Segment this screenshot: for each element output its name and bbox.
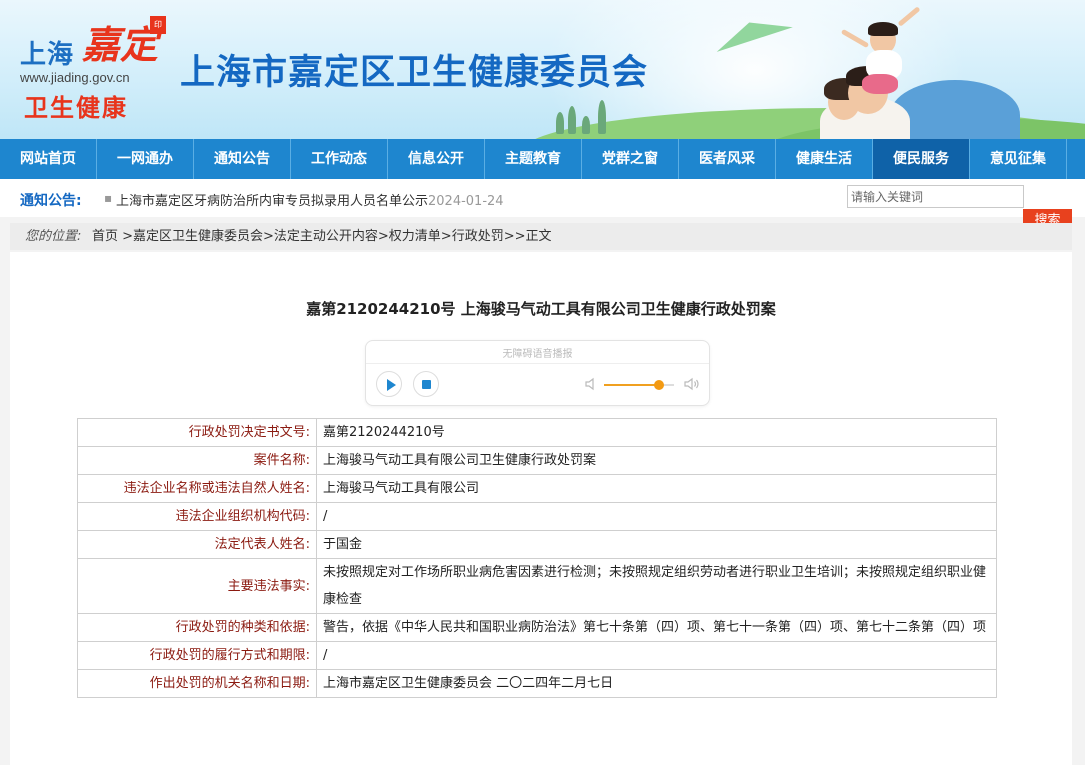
volume-fill bbox=[604, 384, 659, 386]
notice-label: 通知公告: bbox=[20, 193, 82, 209]
field-label: 作出处罚的机关名称和日期: bbox=[77, 669, 317, 698]
nav-item[interactable]: 信息公开 bbox=[388, 139, 485, 179]
table-row: 法定代表人姓名: 于国金 bbox=[77, 530, 997, 559]
audio-player: 无障碍语音播报 bbox=[365, 340, 710, 406]
logo-seal-icon: 印 bbox=[150, 16, 166, 34]
search-input[interactable] bbox=[847, 185, 1024, 208]
table-row: 作出处罚的机关名称和日期: 上海市嘉定区卫生健康委员会 二〇二四年二月七日 bbox=[77, 669, 997, 698]
breadcrumb-label: 您的位置: bbox=[25, 229, 82, 244]
penalty-info-table: 行政处罚决定书文号: 嘉第2120244210号 案件名称: 上海骏马气动工具有限公司… bbox=[77, 418, 997, 698]
table-row: 主要违法事实: 未按照规定对工作场所职业病危害因素进行检测；未按照规定组织劳动者进… bbox=[77, 558, 997, 614]
bullet-icon: ▪ bbox=[104, 191, 113, 205]
site-logo[interactable]: 上海 嘉定 印 www.jiading.gov.cn 卫生健康 bbox=[20, 12, 170, 124]
field-label: 主要违法事实: bbox=[77, 558, 317, 614]
table-row: 违法企业组织机构代码: / bbox=[77, 502, 997, 531]
notice-link[interactable]: 上海市嘉定区牙病防治所内审专员拟录用人员名单公示2024-01-24 bbox=[116, 190, 504, 209]
nav-item[interactable]: 健康生活 bbox=[776, 139, 873, 179]
player-label: 无障碍语音播报 bbox=[502, 349, 573, 360]
volume-slider[interactable] bbox=[604, 380, 674, 390]
logo-city-text: 上海 bbox=[20, 40, 75, 70]
logo-url: www.jiading.gov.cn bbox=[20, 70, 130, 85]
field-value: 未按照规定对工作场所职业病危害因素进行检测；未按照规定组织劳动者进行职业卫生培训… bbox=[316, 558, 997, 614]
field-label: 案件名称: bbox=[77, 446, 317, 475]
field-value: 嘉第2120244210号 bbox=[316, 418, 997, 447]
nav-filler bbox=[1067, 139, 1085, 179]
breadcrumb: 您的位置: 首页 >嘉定区卫生健康委员会>法定主动公开内容>权力清单>行政处罚>… bbox=[10, 223, 1072, 250]
play-button[interactable] bbox=[376, 371, 402, 397]
nav-item[interactable]: 党群之窗 bbox=[582, 139, 679, 179]
family-illustration bbox=[780, 0, 1085, 139]
player-divider bbox=[366, 363, 709, 364]
field-label: 行政处罚决定书文号: bbox=[77, 418, 317, 447]
field-label: 违法企业组织机构代码: bbox=[77, 502, 317, 531]
field-value: 上海骏马气动工具有限公司 bbox=[316, 474, 997, 503]
nav-item[interactable]: 医者风采 bbox=[679, 139, 776, 179]
nav-item[interactable]: 工作动态 bbox=[291, 139, 388, 179]
site-header: 上海 嘉定 印 www.jiading.gov.cn 卫生健康 上海市嘉定区卫生… bbox=[0, 0, 1085, 139]
notice-date: 2024-01-24 bbox=[428, 194, 504, 209]
table-row: 行政处罚的履行方式和期限: / bbox=[77, 641, 997, 670]
article-title: 嘉第2120244210号 上海骏马气动工具有限公司卫生健康行政处罚案 bbox=[306, 300, 776, 318]
nav-item[interactable]: 便民服务 bbox=[873, 139, 970, 179]
volume-high-icon[interactable] bbox=[684, 377, 700, 391]
notice-title[interactable]: 上海市嘉定区牙病防治所内审专员拟录用人员名单公示 bbox=[116, 194, 428, 209]
field-label: 违法企业名称或违法自然人姓名: bbox=[77, 474, 317, 503]
field-value: 于国金 bbox=[316, 530, 997, 559]
table-row: 行政处罚的种类和依据: 警告，依据《中华人民共和国职业病防治法》第七十条第（四）项… bbox=[77, 613, 997, 642]
breadcrumb-path[interactable]: 首页 >嘉定区卫生健康委员会>法定主动公开内容>权力清单>行政处罚>>正文 bbox=[92, 223, 552, 250]
field-value: 警告，依据《中华人民共和国职业病防治法》第七十条第（四）项、第七十一条第（四）项… bbox=[316, 613, 997, 642]
table-row: 违法企业名称或违法自然人姓名: 上海骏马气动工具有限公司 bbox=[77, 474, 997, 503]
article-content: 嘉第2120244210号 上海骏马气动工具有限公司卫生健康行政处罚案 无障碍语… bbox=[10, 252, 1072, 765]
main-nav: 网站首页 一网通办 通知公告 工作动态 信息公开 主题教育 党群之窗 医者风采 健康生活 便民服务… bbox=[0, 139, 1085, 179]
banner-tree bbox=[556, 112, 564, 134]
field-value: / bbox=[316, 641, 997, 670]
banner-tree bbox=[568, 106, 576, 134]
notice-bar: 通知公告: ▪ 上海市嘉定区牙病防治所内审专员拟录用人员名单公示2024-01-… bbox=[0, 179, 1085, 217]
field-label: 行政处罚的种类和依据: bbox=[77, 613, 317, 642]
nav-item[interactable]: 意见征集 bbox=[970, 139, 1067, 179]
nav-item[interactable]: 一网通办 bbox=[97, 139, 194, 179]
field-label: 行政处罚的履行方式和期限: bbox=[77, 641, 317, 670]
logo-bureau-text: 卫生健康 bbox=[24, 94, 128, 122]
field-label: 法定代表人姓名: bbox=[77, 530, 317, 559]
field-value: 上海市嘉定区卫生健康委员会 二〇二四年二月七日 bbox=[316, 669, 997, 698]
nav-item[interactable]: 主题教育 bbox=[485, 139, 582, 179]
banner-tree bbox=[582, 116, 590, 134]
banner-tree bbox=[598, 100, 606, 134]
table-row: 行政处罚决定书文号: 嘉第2120244210号 bbox=[77, 418, 997, 447]
nav-item[interactable]: 通知公告 bbox=[194, 139, 291, 179]
table-row: 案件名称: 上海骏马气动工具有限公司卫生健康行政处罚案 bbox=[77, 446, 997, 475]
site-title: 上海市嘉定区卫生健康委员会 bbox=[180, 53, 649, 93]
field-value: / bbox=[316, 502, 997, 531]
volume-knob[interactable] bbox=[653, 380, 664, 390]
stop-button[interactable] bbox=[413, 371, 439, 397]
volume-low-icon[interactable] bbox=[584, 377, 598, 391]
field-value: 上海骏马气动工具有限公司卫生健康行政处罚案 bbox=[316, 446, 997, 475]
nav-item[interactable]: 网站首页 bbox=[0, 139, 97, 179]
logo-district-text: 嘉定 bbox=[82, 22, 159, 67]
